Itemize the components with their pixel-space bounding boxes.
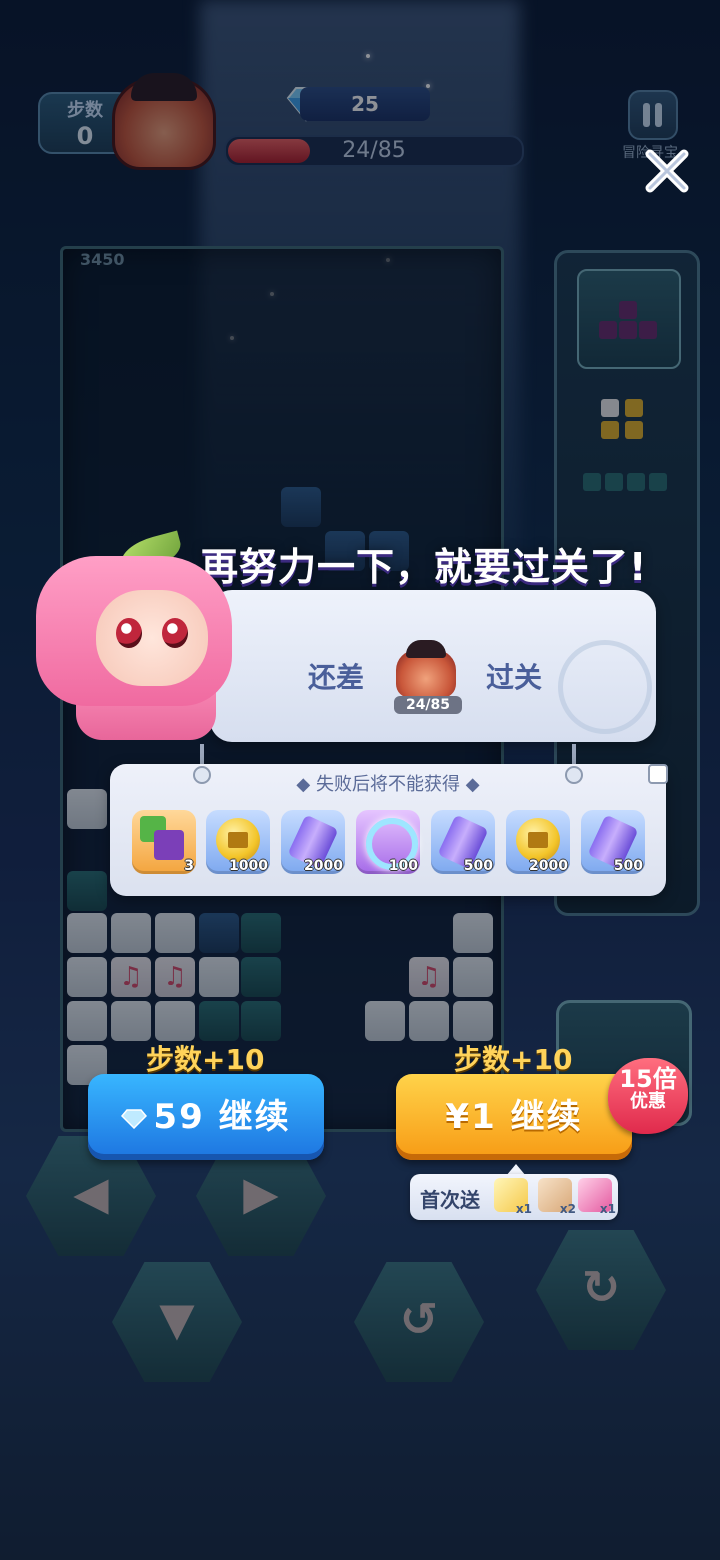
gem-price: 59 [153,1097,205,1137]
reward-ring: 100 [356,810,420,874]
reward-cube-pack: 3 [132,810,196,874]
discount-badge: 15倍 优惠 [608,1058,688,1134]
paper-plane-icon: x1 [494,1178,532,1216]
diamond-icon [121,1108,148,1129]
need-prefix: 还差 [308,661,365,694]
need-suffix: 过关 [486,661,543,694]
gem-continue-button[interactable]: 59 继续 [88,1074,324,1160]
reward-battery: 500 [581,810,645,874]
gem-continue-label: 继续 [218,1097,291,1137]
gold-coin-icon [216,818,260,862]
first-gift-label: 首次送 [420,1188,480,1212]
lose-rewards-title: ◆ 失败后将不能获得 ◆ [296,774,480,795]
mascot-face [96,590,208,686]
reward-coin: 2000 [506,810,570,874]
potion-icon: x1 [578,1178,616,1216]
compass-watermark-icon [558,640,652,734]
dialog-title: 再努力一下，就要过关了! [200,545,648,589]
pay-steps-label: 步数+10 [454,1043,573,1076]
scroll-icon: x2 [538,1178,576,1216]
reward-coin: 1000 [206,810,270,874]
close-icon[interactable] [642,146,692,196]
pay-continue-button[interactable]: ¥1 继续 [396,1074,632,1160]
gem-steps-label: 步数+10 [146,1043,265,1076]
reward-battery: 500 [431,810,495,874]
boss-goal-icon [396,640,456,698]
reward-battery: 2000 [281,810,345,874]
pay-continue-label: ¥1 继续 [445,1097,583,1137]
boss-count: 24/85 [394,696,462,714]
gold-coin-icon [516,818,560,862]
